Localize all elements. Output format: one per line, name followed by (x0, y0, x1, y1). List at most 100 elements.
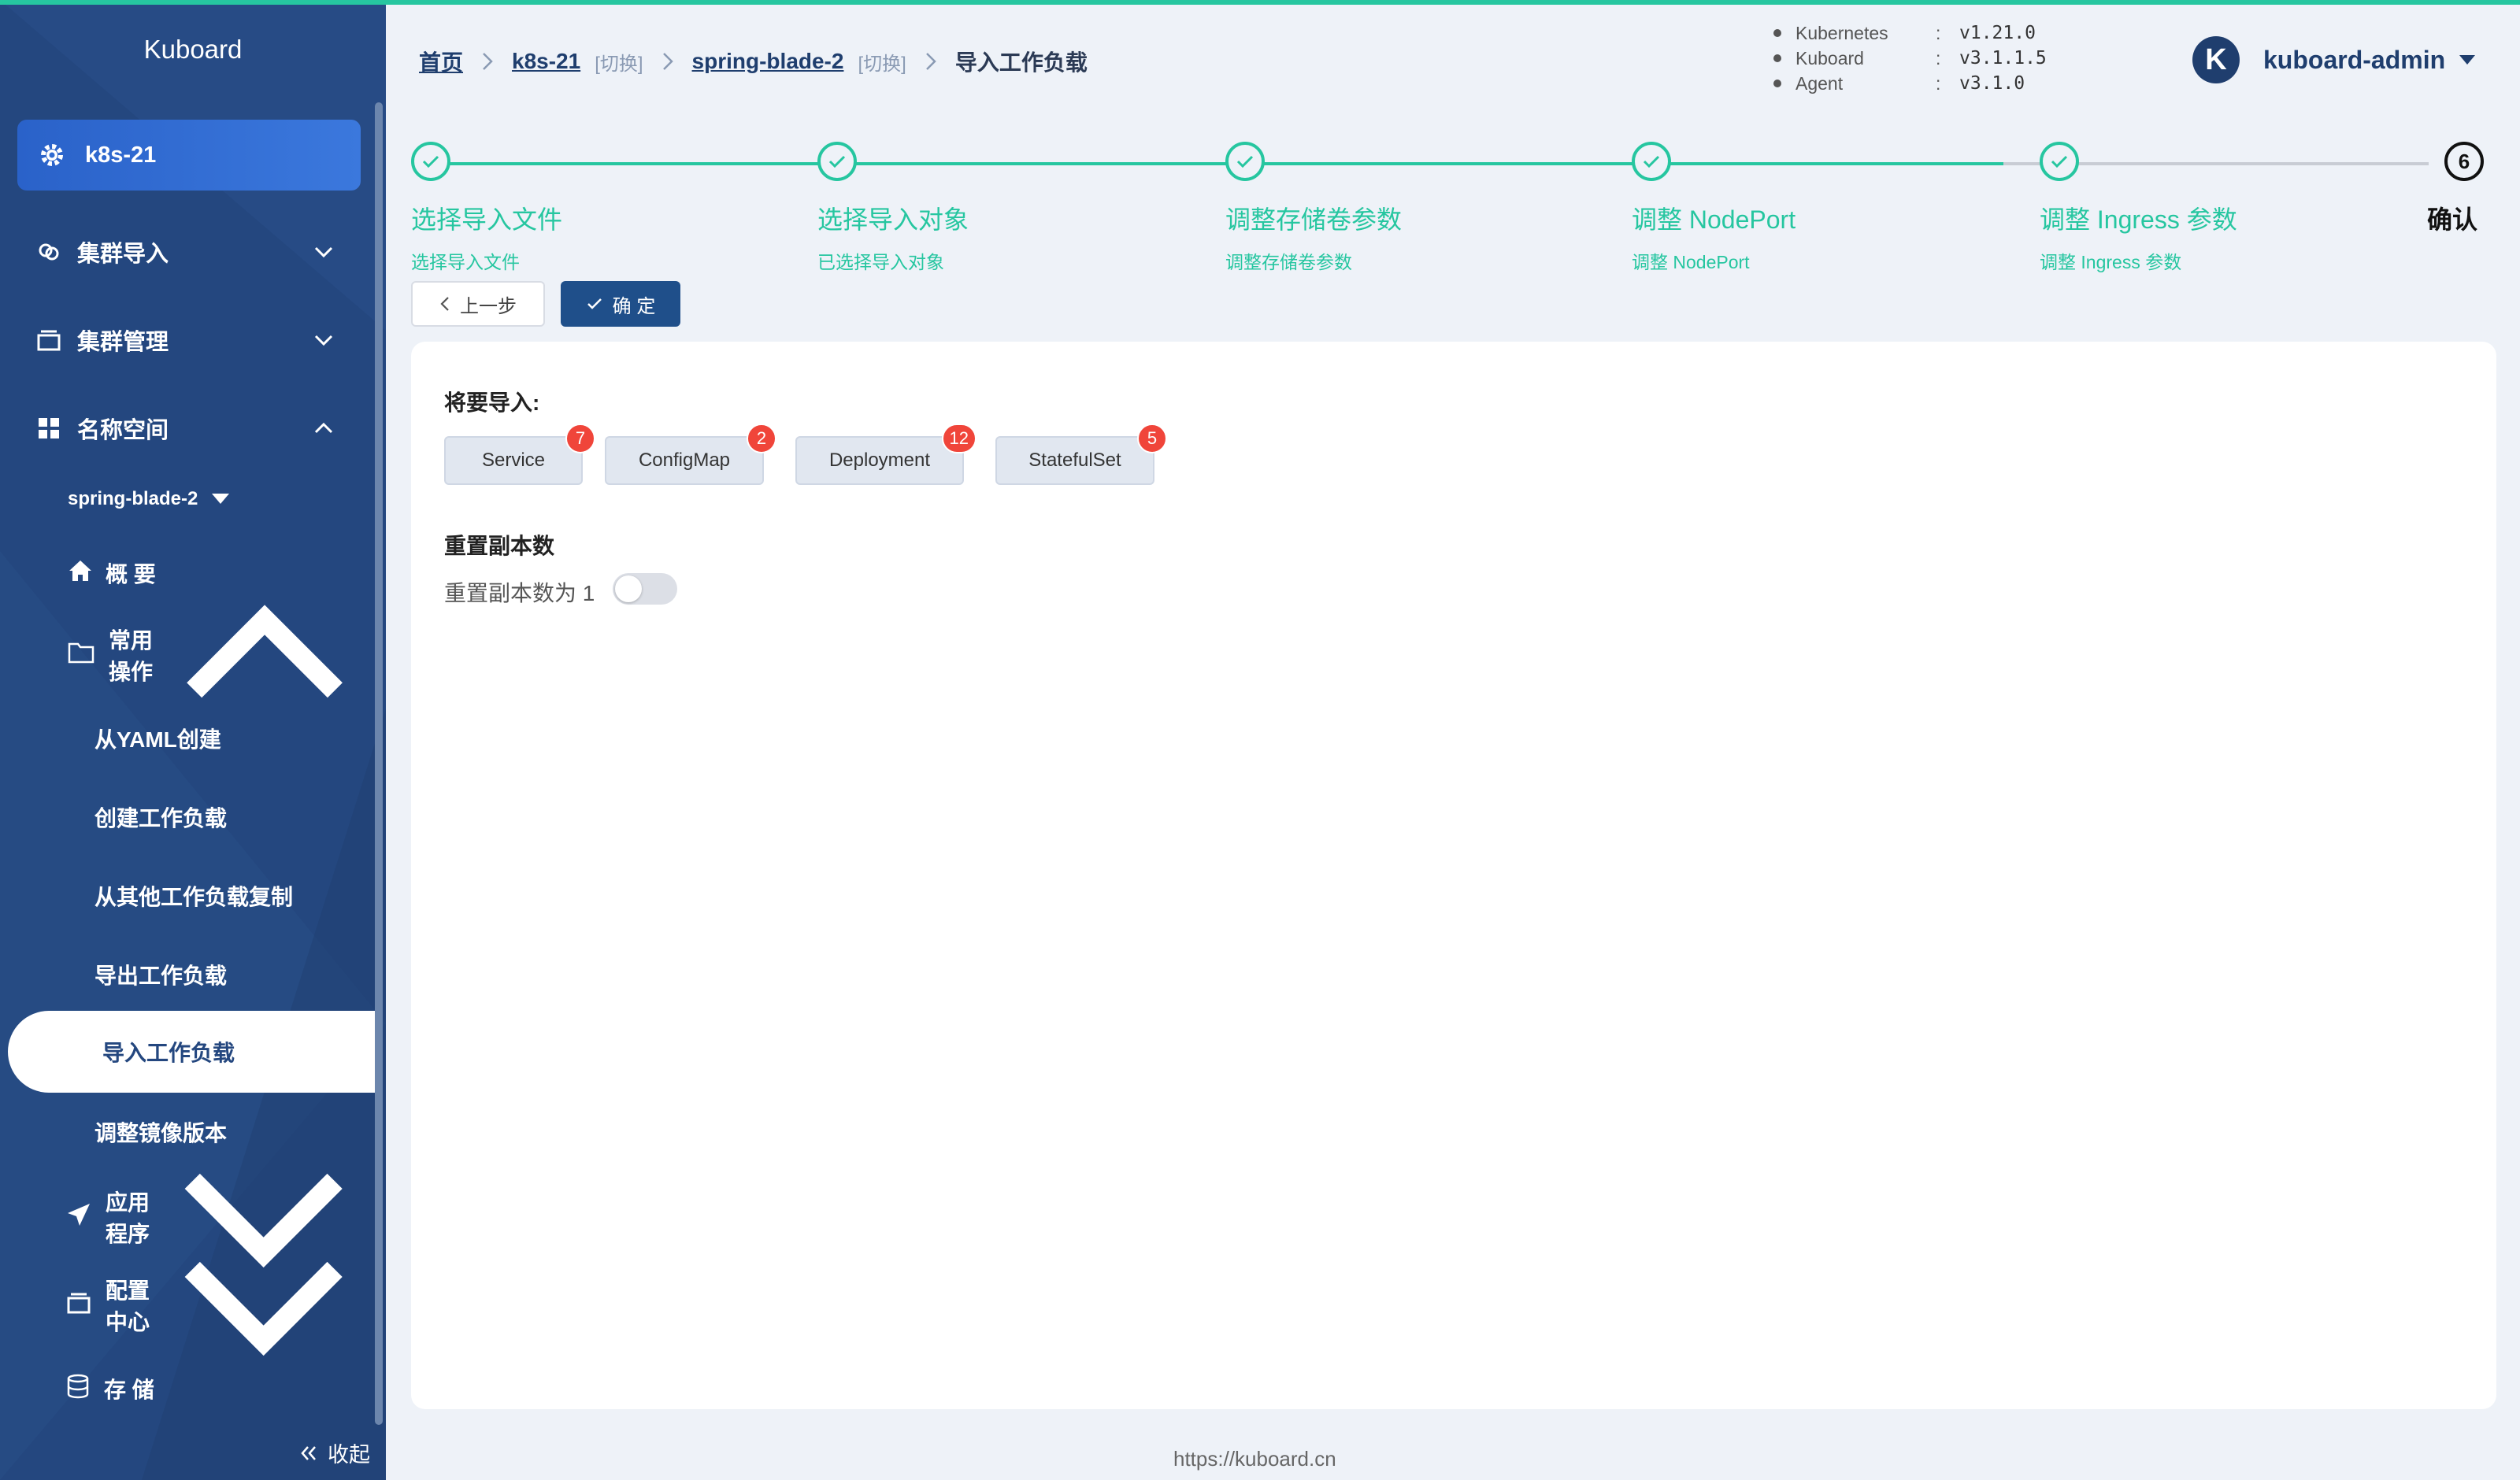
tag-statefulset[interactable]: StatefulSet 5 (995, 424, 1167, 485)
sidebar-item-label: 从其他工作负载复制 (94, 885, 294, 909)
step-progress: 选择导入文件 选择导入文件 选择导入对象 已选择导入对象 调整存储卷参数 调整存… (410, 142, 2504, 272)
sidebar-item-label: 创建工作负载 (94, 806, 228, 831)
current-cluster-card[interactable]: k8s-21 (17, 120, 361, 191)
sidebar-scrollbar[interactable] (375, 102, 383, 1425)
version-name: Agent (1796, 72, 1844, 94)
namespace-name: spring-blade-2 (68, 488, 198, 509)
sidebar-item-common-ops[interactable]: 常用操作 (0, 605, 370, 698)
step-number: 6 (2444, 142, 2484, 181)
namespace-selector[interactable]: spring-blade-2 (0, 475, 370, 523)
step-5: 调整 Ingress 参数 调整 Ingress 参数 (2040, 142, 2237, 274)
sidebar-item-label: 集群导入 (77, 242, 169, 267)
check-icon (422, 155, 439, 168)
cluster-name: k8s-21 (85, 142, 157, 168)
toggle-knob (615, 575, 642, 602)
check-icon (2051, 155, 2068, 168)
sidebar-item-create-from-yaml[interactable]: 从YAML创建 (0, 715, 370, 762)
tag-label: ConfigMap (638, 450, 731, 471)
layers-icon (35, 326, 63, 354)
breadcrumb-cluster[interactable]: k8s-21 (512, 49, 580, 74)
sidebar-item-copy-workload[interactable]: 从其他工作负载复制 (0, 872, 370, 919)
sidebar-item-namespace[interactable]: 名称空间 (0, 405, 370, 452)
chevron-right-icon (483, 53, 493, 70)
user-menu[interactable]: K kuboard-admin (2192, 36, 2476, 83)
tag-service[interactable]: Service 7 (444, 424, 595, 485)
avatar: K (2192, 36, 2240, 83)
version-row: Agent: v3.1.0 (1773, 71, 2047, 96)
step-3: 调整存储卷参数 调整存储卷参数 (1225, 142, 1402, 274)
previous-step-label: 上一步 (460, 295, 517, 317)
breadcrumb-cluster-switch[interactable]: [切换] (595, 48, 643, 76)
breadcrumb-namespace-switch[interactable]: [切换] (858, 48, 906, 76)
double-chevron-left-icon (301, 1445, 316, 1460)
top-accent-line (0, 0, 2520, 5)
breadcrumb: 首页 k8s-21 [切换] spring-blade-2 [切换] 导入工作负… (419, 46, 1088, 77)
sidebar-item-config[interactable]: 配置中心 (0, 1262, 370, 1356)
tag-label: Service (481, 450, 546, 471)
sidebar: Kuboard k8s-21 集群导入 集群管理 名称空间 spring-bla… (0, 0, 386, 1480)
sidebar-item-cluster-import[interactable]: 集群导入 (0, 228, 370, 276)
import-summary-panel: 将要导入: Service 7 ConfigMap 2 Deployment 1… (411, 342, 2496, 1409)
bullet-icon (1773, 29, 1781, 37)
tag-deployment[interactable]: Deployment 12 (795, 424, 976, 485)
database-icon (66, 1374, 90, 1404)
step-status (1225, 142, 1265, 181)
step-title: 确认 (2427, 205, 2478, 234)
step-status (817, 142, 857, 181)
step-1: 选择导入文件 选择导入文件 (411, 142, 562, 274)
sidebar-item-label-active: 导入工作负载 (102, 1041, 235, 1065)
sidebar-item-label: 从YAML创建 (94, 727, 221, 752)
check-icon (1643, 155, 1660, 168)
chevron-up-icon (314, 422, 333, 434)
version-name: Kuboard (1796, 47, 1864, 68)
version-row: Kuboard: v3.1.1.5 (1773, 46, 2047, 71)
footer-link[interactable]: https://kuboard.cn (1173, 1447, 1336, 1471)
chevron-left-icon (440, 297, 449, 311)
chevron-down-icon (314, 335, 333, 346)
version-colon: : (1936, 22, 1941, 43)
check-icon (828, 155, 846, 168)
chevron-down-icon (314, 246, 333, 258)
step-desc: 已选择导入对象 (817, 252, 944, 272)
sidebar-item-create-workload[interactable]: 创建工作负载 (0, 794, 370, 841)
sidebar-item-cluster-manage[interactable]: 集群管理 (0, 316, 370, 364)
sidebar-item-label: 应用程序 (106, 1190, 150, 1246)
step-status (411, 142, 450, 181)
version-value: v3.1.0 (1959, 73, 2025, 94)
confirm-button[interactable]: 确 定 (561, 281, 680, 327)
breadcrumb-current: 导入工作负载 (954, 50, 1088, 75)
sidebar-item-storage[interactable]: 存 储 (0, 1365, 370, 1412)
step-desc: 调整 NodePort (1632, 252, 1750, 272)
replica-section-title: 重置副本数 (444, 534, 555, 558)
user-name: kuboard-admin (2263, 45, 2446, 74)
paper-plane-icon (66, 1202, 91, 1233)
tag-configmap[interactable]: ConfigMap 2 (605, 424, 776, 485)
version-info: Kubernetes: v1.21.0 Kuboard: v3.1.1.5 Agen… (1773, 20, 2047, 96)
step-status (2040, 142, 2079, 181)
version-colon: : (1936, 47, 1941, 68)
tag-label: StatefulSet (1028, 450, 1121, 471)
caret-down-icon (212, 494, 230, 504)
breadcrumb-home[interactable]: 首页 (419, 46, 463, 77)
step-title: 调整 Ingress 参数 (2040, 205, 2237, 234)
collapse-sidebar-button[interactable]: 收起 (299, 1437, 370, 1468)
chevron-right-icon (925, 53, 936, 70)
bullet-icon (1773, 54, 1781, 62)
chevron-right-icon (662, 53, 673, 70)
config-icon (66, 1290, 91, 1321)
step-2: 选择导入对象 已选择导入对象 (817, 142, 969, 274)
sidebar-item-label: 导出工作负载 (94, 964, 228, 988)
sidebar-item-label: 存 储 (104, 1378, 154, 1402)
folder-icon (68, 641, 94, 670)
version-name: Kubernetes (1796, 22, 1888, 43)
reset-replicas-toggle[interactable] (613, 573, 677, 605)
step-desc: 调整存储卷参数 (1225, 252, 1352, 272)
step-6: 6 确认 (2427, 142, 2484, 236)
previous-step-button[interactable]: 上一步 (411, 281, 545, 327)
sidebar-item-label: 集群管理 (77, 330, 169, 355)
step-title: 调整存储卷参数 (1225, 205, 1403, 234)
sidebar-item-export-workload[interactable]: 导出工作负载 (0, 951, 370, 998)
breadcrumb-namespace[interactable]: spring-blade-2 (692, 49, 844, 74)
bullet-icon (1773, 80, 1781, 87)
step-status (1632, 142, 1671, 181)
